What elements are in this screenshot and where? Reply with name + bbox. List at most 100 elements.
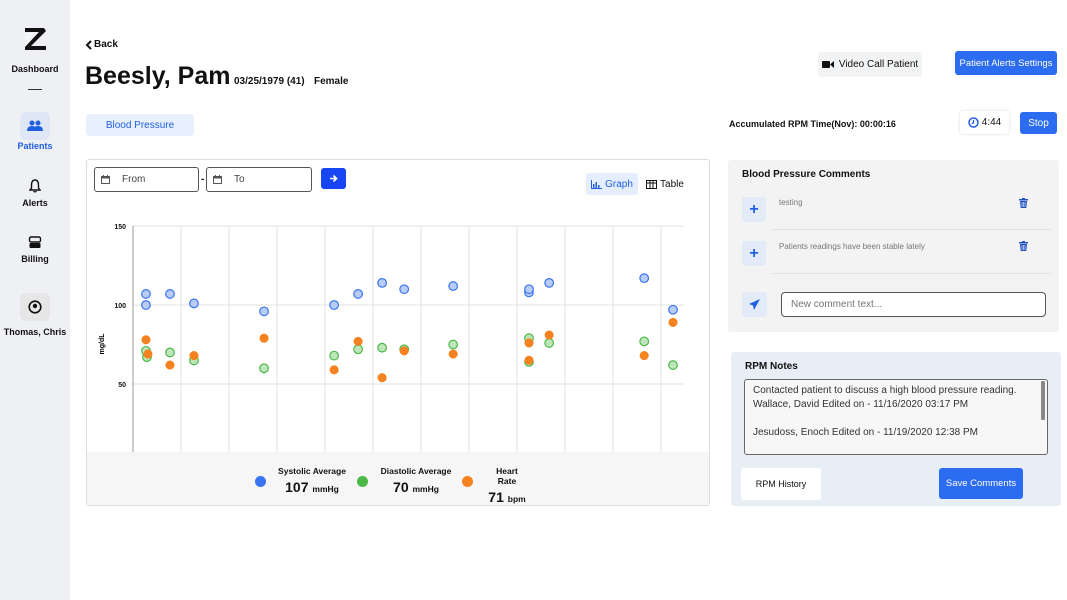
notes-scrollbar[interactable] <box>1041 381 1045 420</box>
comment-expand-button[interactable]: + <box>742 197 766 222</box>
arrow-right-icon <box>330 174 338 183</box>
legend-value: 70 mmHg <box>393 479 439 495</box>
rpm-notes-title: RPM Notes <box>745 361 798 372</box>
patient-dob: 03/25/1979 (41) <box>234 76 305 87</box>
sidebar-item-billing[interactable] <box>20 228 50 256</box>
apply-date-button[interactable] <box>321 168 346 189</box>
data-point-diastolic <box>259 363 269 374</box>
data-point-heart-rate <box>165 360 175 370</box>
legend-title: Systolic Average <box>278 466 346 476</box>
date-separator: - <box>201 174 205 185</box>
legend-unit: mmHg <box>312 484 339 494</box>
data-point-systolic <box>329 300 340 310</box>
from-date-input[interactable]: From <box>94 167 199 192</box>
chevron-left-icon <box>85 39 92 50</box>
sidebar-item-alerts[interactable] <box>20 172 50 200</box>
send-comment-button[interactable] <box>742 292 767 317</box>
sidebar: Dashboard Patients Alerts Billing Thomas… <box>0 0 70 600</box>
note-line <box>753 412 1039 426</box>
data-point-heart-rate <box>524 355 534 365</box>
sidebar-user-label[interactable]: Thomas, Chris <box>0 327 70 337</box>
legend-title: Diastolic Average <box>380 466 452 476</box>
rpm-history-button[interactable]: RPM History <box>741 468 821 500</box>
trash-icon[interactable] <box>1019 198 1028 208</box>
sidebar-item-billing-label[interactable]: Billing <box>0 254 70 264</box>
legend-item: Systolic Average 107 mmHg <box>278 466 346 495</box>
to-placeholder: To <box>234 174 245 185</box>
timer-value: 4:44 <box>981 117 1002 128</box>
plus-icon: + <box>749 200 759 218</box>
data-point-diastolic <box>448 339 459 350</box>
z-logo-icon[interactable] <box>22 26 48 52</box>
data-point-systolic <box>544 277 555 288</box>
comment-expand-button[interactable]: + <box>742 241 766 266</box>
video-call-button[interactable]: Video Call Patient <box>818 52 922 77</box>
legend-dot <box>357 476 368 487</box>
users-icon <box>27 120 43 131</box>
table-icon <box>646 179 658 189</box>
data-point-heart-rate <box>143 349 153 359</box>
data-point-systolic <box>377 277 388 288</box>
stop-button[interactable]: Stop <box>1020 112 1057 134</box>
calendar-icon <box>101 175 110 184</box>
y-tick-label: 150 <box>114 224 126 231</box>
from-placeholder: From <box>122 174 146 185</box>
data-point-diastolic <box>329 350 340 361</box>
data-point-systolic <box>141 289 151 299</box>
data-point-systolic <box>668 304 678 315</box>
legend-dot <box>255 476 266 487</box>
note-line: Wallace, David Edited on - 11/16/2020 03… <box>753 399 969 410</box>
bar-chart-icon <box>591 179 603 189</box>
comment-text: Patients readings have been stable latel… <box>779 242 925 251</box>
sidebar-item-patients-label[interactable]: Patients <box>0 141 70 151</box>
data-point-systolic <box>189 298 199 309</box>
sidebar-item-patients[interactable] <box>20 112 50 140</box>
data-point-diastolic <box>639 336 650 347</box>
sidebar-item-alerts-label[interactable]: Alerts <box>0 198 70 208</box>
tab-table[interactable]: Table <box>642 173 688 195</box>
trash-icon[interactable] <box>1019 241 1028 251</box>
data-point-diastolic <box>165 347 175 358</box>
y-tick-label: 50 <box>118 382 126 389</box>
data-point-systolic <box>141 300 151 310</box>
legend-value: 107 mmHg <box>285 479 339 495</box>
plus-icon: + <box>749 244 759 262</box>
patient-gender: Female <box>314 76 349 87</box>
data-point-heart-rate <box>329 365 339 375</box>
bell-icon <box>29 179 41 193</box>
patient-name: Beesly, Pam <box>85 62 231 90</box>
divider <box>28 89 42 90</box>
patient-alerts-settings-button[interactable]: Patient Alerts Settings <box>955 51 1057 75</box>
data-point-heart-rate <box>141 335 151 345</box>
back-label: Back <box>94 39 118 50</box>
legend-unit: mmHg <box>412 484 439 494</box>
data-point-heart-rate <box>399 346 409 356</box>
tab-graph[interactable]: Graph <box>586 173 638 195</box>
data-point-diastolic <box>377 342 388 353</box>
data-point-diastolic <box>353 344 364 355</box>
table-label: Table <box>660 178 684 190</box>
scatter-chart: 50 100 150 mg/dL <box>99 224 684 452</box>
data-point-systolic <box>448 281 459 291</box>
data-point-heart-rate <box>189 351 199 361</box>
sidebar-dashboard[interactable]: Dashboard <box>0 64 70 74</box>
data-point-systolic <box>639 273 650 284</box>
comment-text: testing <box>779 198 803 207</box>
send-icon <box>749 299 760 310</box>
sidebar-user[interactable] <box>20 293 50 321</box>
new-comment-input[interactable] <box>781 292 1046 317</box>
data-point-systolic <box>399 284 410 295</box>
data-point-heart-rate <box>524 338 534 348</box>
back-button[interactable]: Back <box>85 39 118 50</box>
tab-blood-pressure[interactable]: Blood Pressure <box>86 114 194 136</box>
data-point-systolic <box>353 289 364 299</box>
y-tick-label: 100 <box>114 303 126 310</box>
video-call-label: Video Call Patient <box>838 59 919 70</box>
billing-icon <box>28 235 42 248</box>
note-line: Contacted patient to discuss a high bloo… <box>753 385 1017 396</box>
save-comments-button[interactable]: Save Comments <box>939 468 1023 499</box>
to-date-input[interactable]: To <box>206 167 312 192</box>
rpm-notes-textarea[interactable]: Contacted patient to discuss a high bloo… <box>744 379 1048 455</box>
divider <box>772 273 1051 274</box>
data-point-diastolic <box>668 360 678 370</box>
